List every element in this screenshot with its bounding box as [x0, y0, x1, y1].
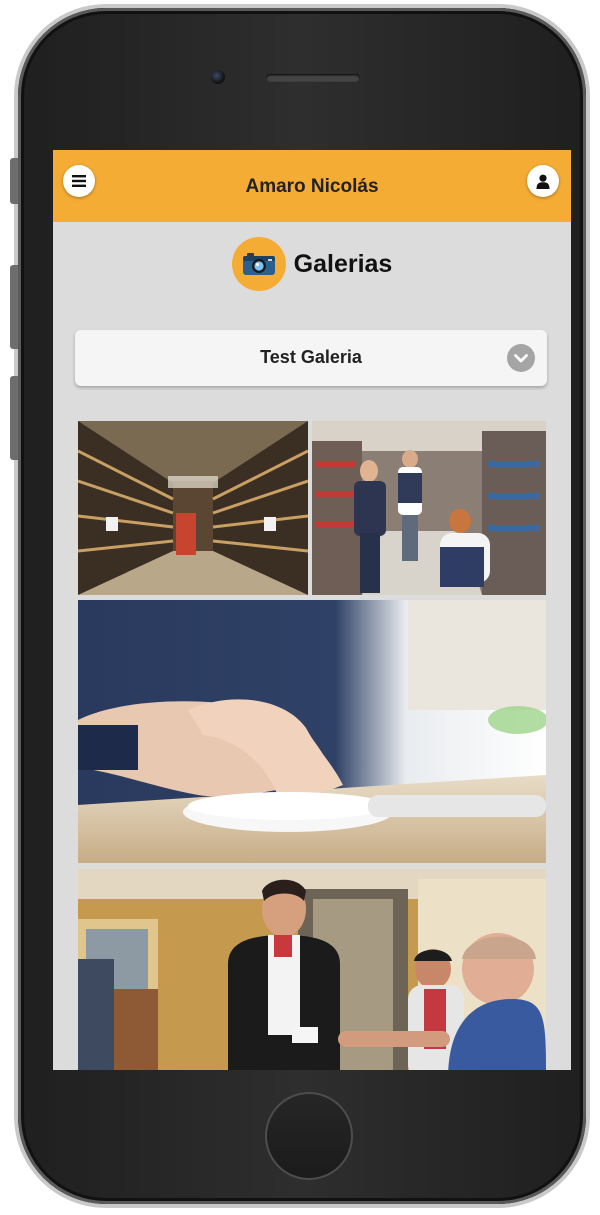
earpiece-speaker — [266, 74, 360, 82]
page-title: Galerias — [293, 249, 393, 278]
section-heading: Galerias — [53, 236, 571, 292]
phone-volume-up — [10, 265, 18, 349]
top-bar: Amaro Nicolás — [53, 150, 571, 222]
home-button[interactable] — [265, 1092, 353, 1180]
chevron-down-icon — [507, 344, 535, 372]
user-name: Amaro Nicolás — [245, 176, 379, 197]
phone-volume-down — [10, 376, 18, 460]
gallery-photo-warehouse[interactable] — [78, 421, 308, 595]
profile-button[interactable] — [527, 165, 559, 197]
gallery-dropdown-value: Test Galeria — [260, 347, 362, 367]
gallery-photo-store-workers[interactable] — [312, 421, 546, 595]
phone-mute-switch — [10, 158, 18, 204]
gallery-dropdown[interactable]: Test Galeria — [75, 330, 547, 386]
gallery-photo-id-card[interactable] — [78, 869, 546, 1070]
app-screen: Amaro Nicolás Galerias Test Galeria — [53, 150, 571, 1070]
camera-icon — [231, 237, 286, 291]
user-icon — [536, 174, 550, 189]
gallery-photo-mouse[interactable] — [78, 600, 546, 863]
front-camera — [211, 70, 225, 84]
